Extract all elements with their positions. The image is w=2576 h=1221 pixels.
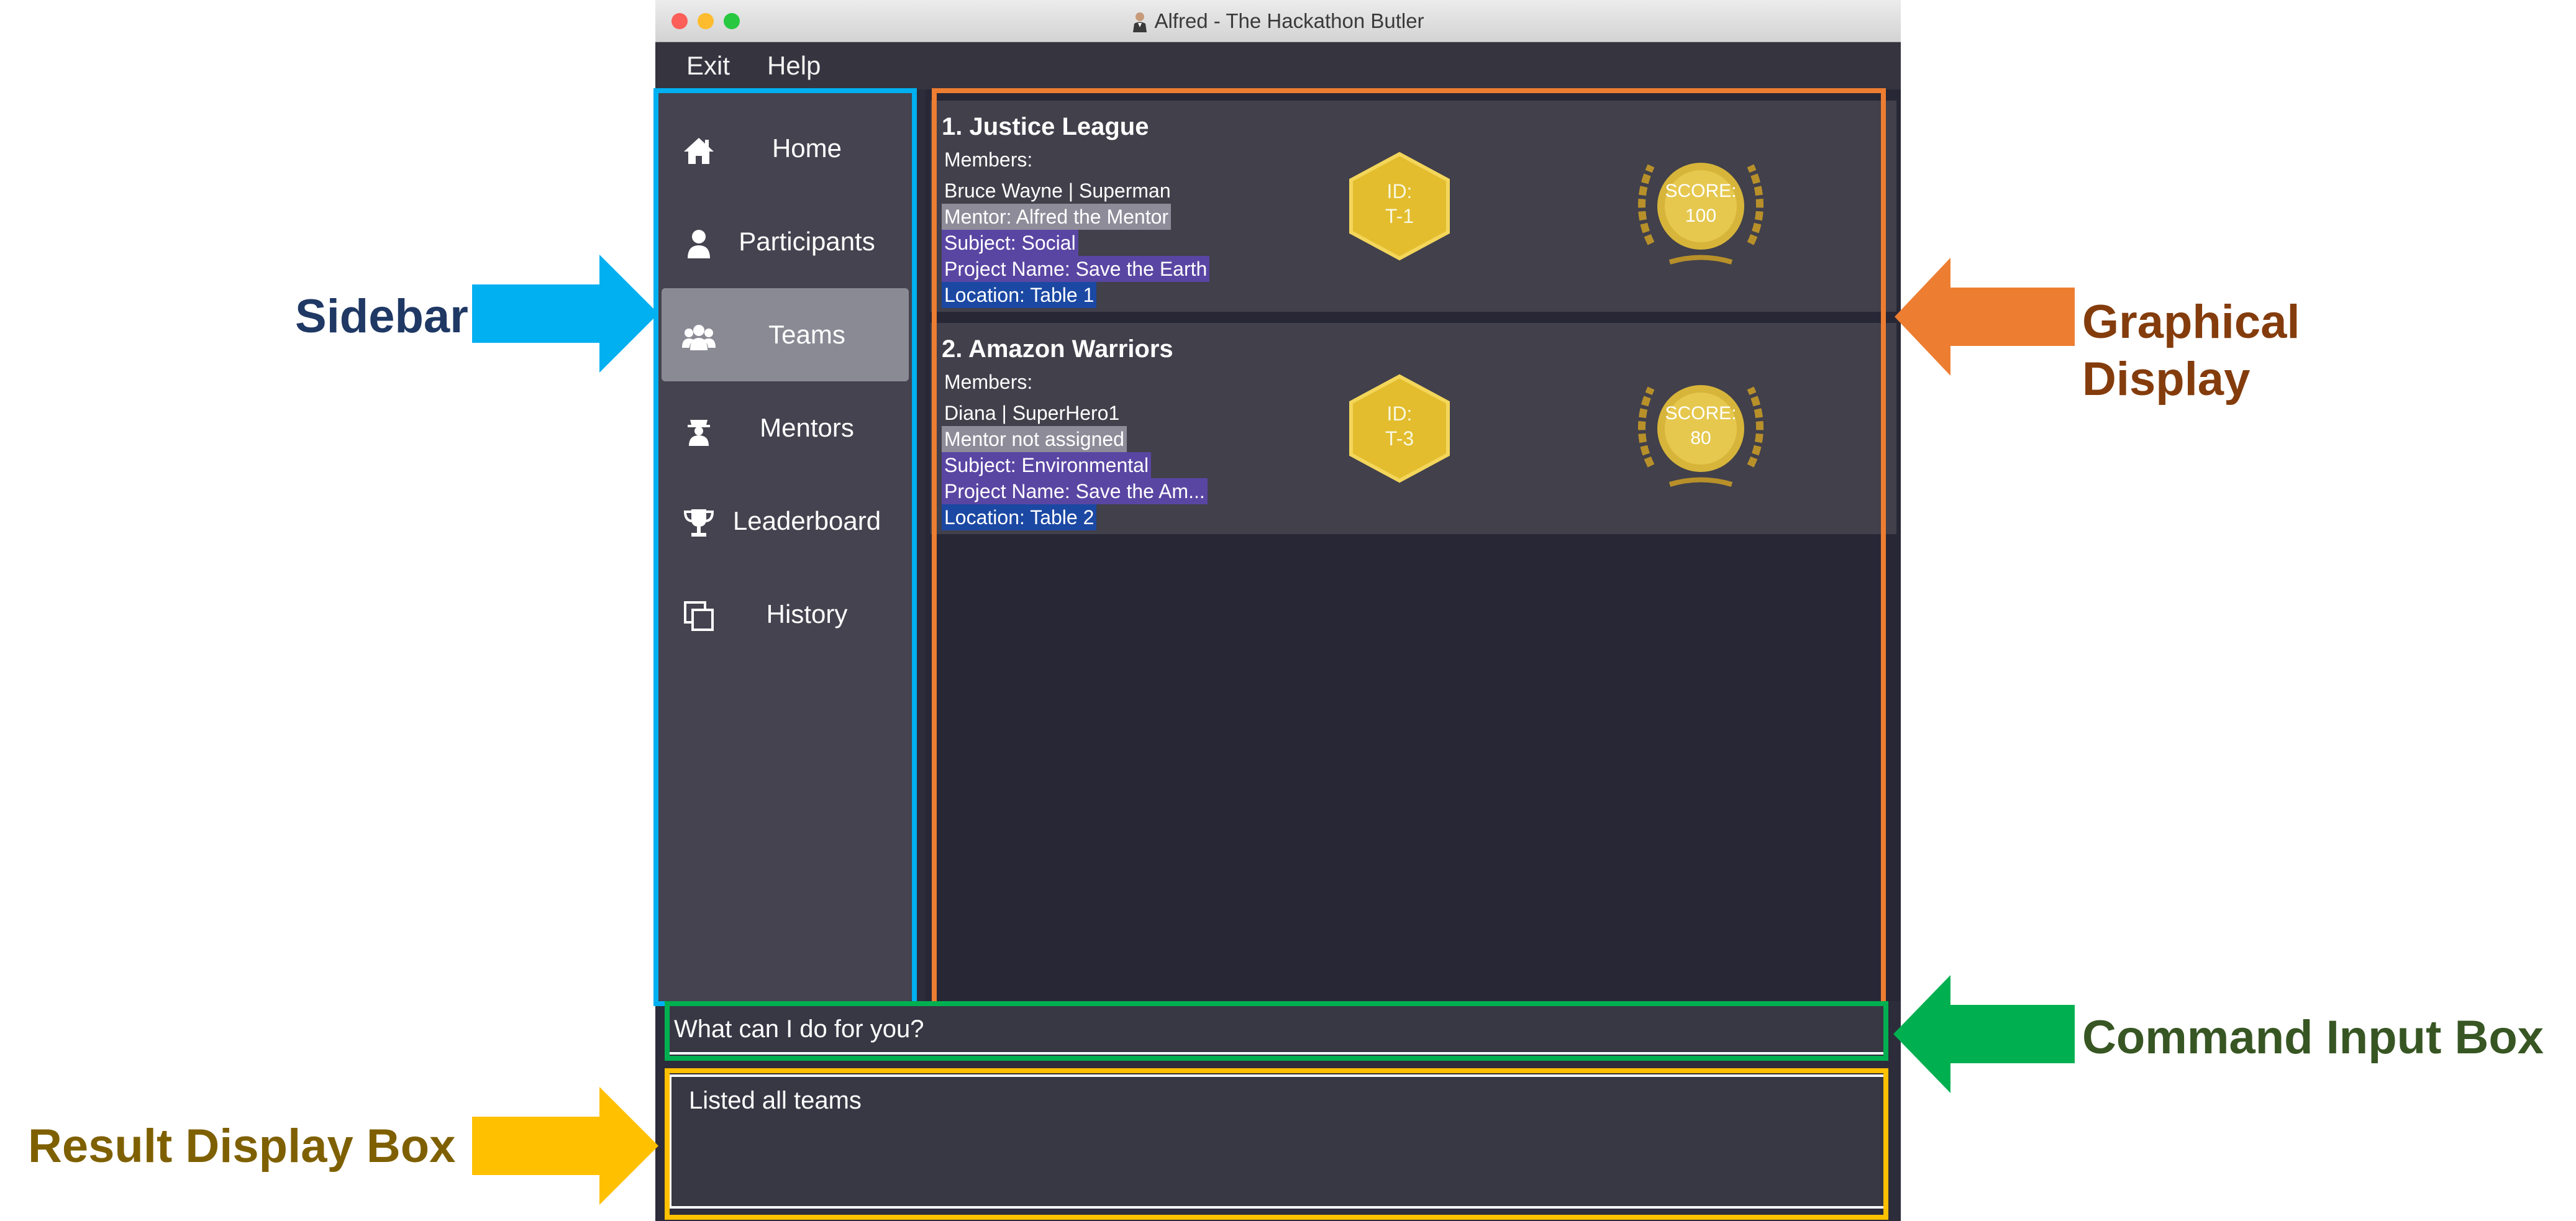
sidebar-annotation-box bbox=[653, 88, 917, 1006]
graphical-display-annotation-box bbox=[932, 88, 1886, 1006]
menu-help[interactable]: Help bbox=[767, 42, 821, 89]
graphical-display-annotation-label-line2: Display bbox=[2082, 353, 2251, 406]
result-display-annotation-label: Result Display Box bbox=[28, 1120, 456, 1173]
title-bar: Alfred - The Hackathon Butler bbox=[655, 0, 1901, 42]
command-input-annotation-label: Command Input Box bbox=[2082, 1011, 2544, 1064]
sidebar-annotation-label: Sidebar bbox=[295, 290, 468, 343]
window-title-text: Alfred - The Hackathon Butler bbox=[1154, 9, 1424, 32]
menu-bar: Exit Help bbox=[655, 42, 1901, 89]
graphical-display-arrow-icon bbox=[1895, 258, 2075, 376]
menu-exit[interactable]: Exit bbox=[686, 42, 730, 89]
butler-icon bbox=[1133, 12, 1147, 32]
result-display-arrow-icon bbox=[472, 1087, 658, 1205]
result-box-annotation-box bbox=[665, 1068, 1888, 1220]
sidebar-arrow-icon bbox=[472, 255, 658, 373]
window-title: Alfred - The Hackathon Butler bbox=[655, 0, 1901, 42]
command-input-arrow-icon bbox=[1893, 975, 2075, 1093]
command-box-annotation-box bbox=[665, 1001, 1888, 1061]
graphical-display-annotation-label-line1: Graphical bbox=[2082, 296, 2300, 348]
